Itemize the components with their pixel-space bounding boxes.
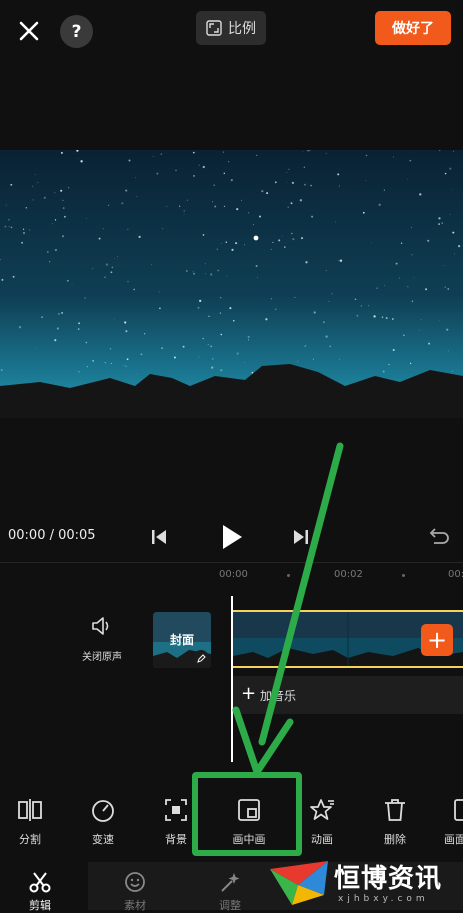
ruler-dot xyxy=(287,574,290,577)
animation-icon xyxy=(310,799,334,820)
frame-icon xyxy=(454,799,463,821)
ratio-button[interactable]: 比例 xyxy=(196,11,266,45)
tool-label: 变速 xyxy=(92,833,114,846)
ruler-dot xyxy=(402,574,405,577)
nav-material[interactable]: 素材 xyxy=(110,870,160,913)
undo-icon[interactable] xyxy=(428,527,450,547)
nav-label: 剪辑 xyxy=(29,899,51,912)
ruler-tick: 00:00 xyxy=(219,569,248,580)
aspect-ratio-icon xyxy=(206,20,222,36)
tool-label: 画面 xyxy=(444,833,463,846)
tool-label: 背景 xyxy=(165,833,187,846)
watermark-text: 恒博资讯 xyxy=(334,864,443,894)
divider xyxy=(0,562,463,563)
nav-adjust[interactable]: 调整 xyxy=(205,870,255,913)
tool-label: 动画 xyxy=(311,833,333,846)
nav-edit[interactable]: 剪辑 xyxy=(15,870,65,913)
plus-icon: + xyxy=(241,683,257,704)
watermark-url: xjhbxy.com xyxy=(338,894,429,904)
tool-frame[interactable]: 画面 xyxy=(434,797,463,847)
speed-icon xyxy=(92,800,114,822)
ratio-label: 比例 xyxy=(228,21,256,37)
split-icon xyxy=(18,799,42,821)
skip-forward-icon[interactable] xyxy=(292,528,310,546)
help-label: ? xyxy=(71,21,82,42)
background-icon xyxy=(165,799,187,821)
add-music-label[interactable]: 加音乐 xyxy=(260,687,296,704)
nav-label: 调整 xyxy=(219,899,241,912)
skip-back-icon[interactable] xyxy=(150,528,168,546)
help-button[interactable]: ? xyxy=(60,15,93,48)
play-icon[interactable] xyxy=(220,524,244,550)
tool-speed[interactable]: 变速 xyxy=(74,797,132,847)
tool-label: 删除 xyxy=(384,833,406,846)
mute-original-label[interactable]: 关闭原声 xyxy=(82,648,122,663)
cover-label: 封面 xyxy=(169,633,194,647)
video-preview[interactable] xyxy=(0,150,463,418)
tool-label: 分割 xyxy=(19,833,41,846)
timecode: 00:00 / 00:05 xyxy=(8,528,96,543)
cover-thumbnail[interactable]: 封面 xyxy=(153,612,211,668)
scissors-icon xyxy=(29,872,51,893)
add-clip-button[interactable]: + xyxy=(421,624,453,656)
sticker-icon xyxy=(125,872,145,892)
done-button[interactable]: 做好了 xyxy=(375,11,451,45)
nav-label: 素材 xyxy=(124,899,146,912)
ruler-tick: 00:0 xyxy=(448,569,463,580)
close-icon[interactable] xyxy=(14,16,44,46)
adjust-icon xyxy=(221,873,240,892)
highlight-box xyxy=(192,772,302,856)
tool-delete[interactable]: 删除 xyxy=(366,797,424,847)
tool-split[interactable]: 分割 xyxy=(1,797,59,847)
ruler-tick: 00:02 xyxy=(334,569,363,580)
trash-icon xyxy=(385,799,405,821)
pencil-icon[interactable] xyxy=(193,650,209,666)
speaker-icon[interactable] xyxy=(90,615,114,637)
